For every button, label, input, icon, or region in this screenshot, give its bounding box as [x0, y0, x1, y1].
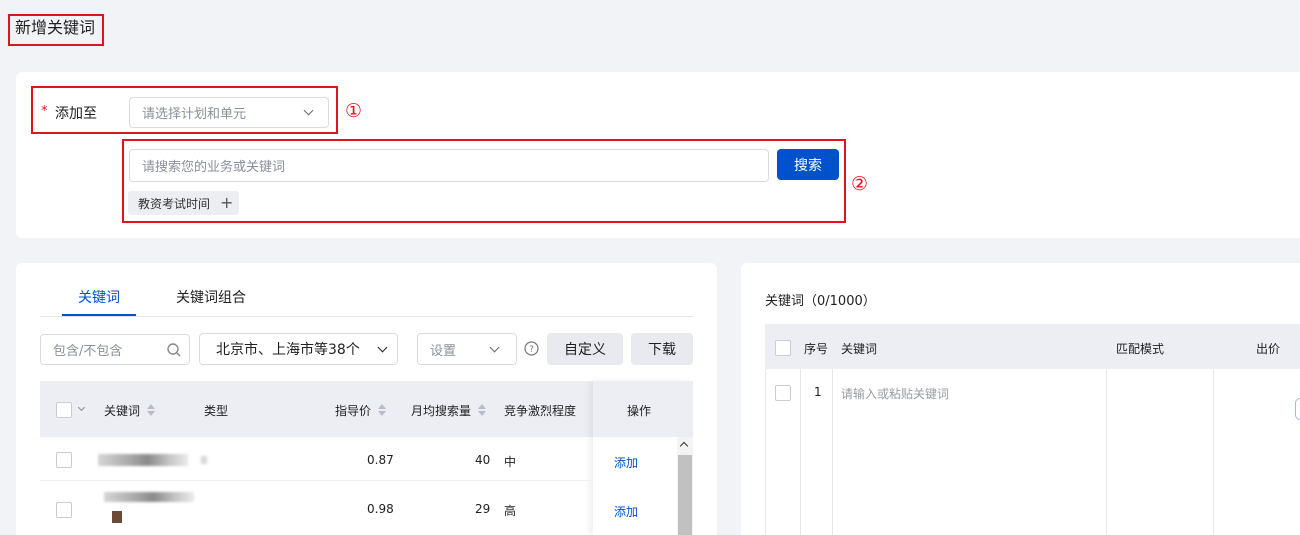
row-searches: 29	[475, 502, 491, 516]
download-button[interactable]: 下载	[631, 333, 693, 365]
col-right-keyword: 关键词	[841, 342, 878, 356]
right-select-all-checkbox[interactable]	[775, 340, 791, 356]
redacted-image	[112, 511, 122, 523]
scroll-up-icon[interactable]	[679, 441, 689, 451]
row-checkbox[interactable]	[56, 452, 72, 468]
col-competition: 竞争激烈程度	[504, 404, 577, 418]
tab-divider	[40, 316, 693, 317]
keyword-entry-input[interactable]: 请输入或粘贴关键词	[841, 385, 949, 402]
region-select-value: 北京市、上海市等38个	[216, 342, 360, 358]
col-monthly-searches: 月均搜索量	[411, 404, 472, 418]
row-checkbox[interactable]	[56, 502, 72, 518]
customize-button[interactable]: 自定义	[547, 333, 623, 365]
sort-icon[interactable]	[378, 404, 386, 416]
annotation-marker-1: ①	[345, 100, 363, 122]
col-action: 操作	[627, 404, 652, 418]
annotation-marker-2: ②	[851, 173, 869, 195]
svg-text:?: ?	[529, 345, 534, 355]
sort-icon[interactable]	[147, 404, 155, 416]
include-exclude-input[interactable]: 包含/不包含	[40, 334, 190, 365]
col-type: 类型	[204, 404, 229, 418]
annotation-box-title	[8, 14, 104, 46]
select-all-checkbox[interactable]	[56, 402, 72, 418]
col-match-mode: 匹配模式	[1116, 342, 1165, 356]
right-row-index: 1	[814, 385, 822, 399]
table-scrollbar[interactable]	[677, 437, 693, 535]
redacted-keyword	[104, 492, 194, 502]
region-select[interactable]: 北京市、上海市等38个	[199, 333, 398, 365]
grid-line	[765, 369, 766, 535]
grid-line	[800, 369, 801, 535]
sort-icon[interactable]	[478, 404, 486, 416]
right-row-checkbox[interactable]	[775, 385, 791, 401]
redacted-type	[200, 456, 208, 464]
col-price: 指导价	[335, 404, 372, 418]
row-competition: 中	[504, 455, 517, 469]
grid-line	[832, 369, 833, 535]
row-price: 0.87	[367, 453, 394, 467]
tab-keyword-combos[interactable]: 关键词组合	[176, 287, 246, 307]
include-exclude-placeholder: 包含/不包含	[53, 344, 123, 359]
help-icon[interactable]: ?	[524, 341, 539, 356]
row-price: 0.98	[367, 502, 394, 516]
col-keyword: 关键词	[104, 404, 141, 418]
row-searches: 40	[475, 453, 491, 467]
tab-active-indicator	[62, 314, 136, 316]
selected-keywords-title: 关键词（0/1000）	[765, 294, 876, 309]
annotation-box-2	[122, 139, 846, 223]
settings-select-value: 设置	[430, 343, 457, 359]
col-index: 序号	[804, 342, 829, 356]
search-icon	[167, 343, 181, 357]
chevron-down-icon	[377, 342, 388, 353]
col-bid: 出价	[1256, 342, 1281, 356]
scrollbar-thumb[interactable]	[678, 455, 692, 535]
grid-line	[1106, 369, 1107, 535]
settings-select[interactable]: 设置	[417, 333, 517, 365]
add-keyword-link[interactable]: 添加	[614, 454, 638, 471]
add-keyword-link[interactable]: 添加	[614, 503, 638, 520]
grid-line	[1213, 369, 1214, 535]
row-competition: 高	[504, 504, 517, 518]
row-divider	[40, 480, 593, 481]
annotation-box-1	[31, 86, 338, 134]
tab-keywords[interactable]: 关键词	[78, 287, 120, 307]
bid-control[interactable]	[1295, 398, 1300, 420]
redacted-keyword	[98, 454, 188, 466]
chevron-down-icon	[489, 342, 500, 353]
